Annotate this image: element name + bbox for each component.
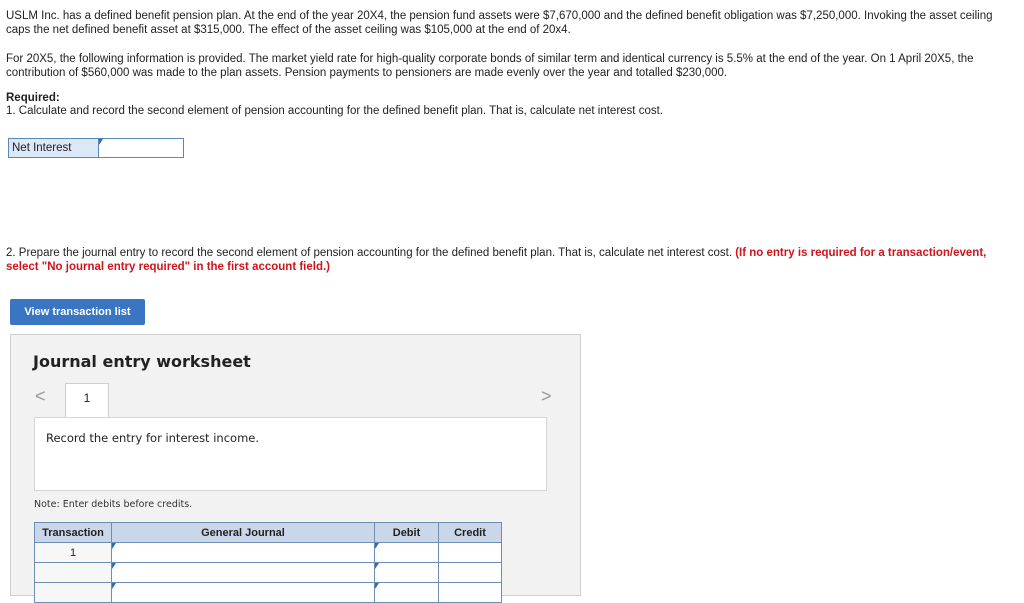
note-text: Note: Enter debits before credits.	[34, 499, 193, 510]
debit-field[interactable]	[374, 542, 439, 563]
table-row	[34, 562, 502, 583]
debit-field[interactable]	[374, 582, 439, 603]
chevron-left-icon[interactable]: <	[35, 386, 46, 407]
account-field[interactable]	[111, 542, 375, 563]
credit-field[interactable]	[438, 542, 502, 563]
transaction-number	[34, 582, 112, 603]
problem-paragraph-1: USLM Inc. has a defined benefit pension …	[6, 10, 993, 36]
question-1: 1. Calculate and record the second eleme…	[6, 105, 663, 117]
view-transaction-list-button[interactable]: View transaction list	[10, 299, 145, 325]
net-interest-input[interactable]	[98, 138, 184, 158]
net-interest-row: Net Interest	[8, 138, 184, 158]
column-header-transaction: Transaction	[34, 522, 112, 543]
transaction-number: 1	[34, 542, 112, 563]
question-2-text: 2. Prepare the journal entry to record t…	[6, 247, 736, 259]
column-header-general-journal: General Journal	[111, 522, 375, 543]
credit-field[interactable]	[438, 582, 502, 603]
entry-description: Record the entry for interest income.	[46, 431, 259, 445]
chevron-right-icon[interactable]: >	[541, 386, 552, 407]
journal-table: Transaction General Journal Debit Credit…	[34, 522, 502, 603]
table-row	[34, 582, 502, 603]
question-2: 2. Prepare the journal entry to record t…	[6, 246, 1006, 274]
required-heading: Required:	[6, 92, 60, 104]
column-header-debit: Debit	[374, 522, 439, 543]
entry-description-box: Record the entry for interest income.	[34, 417, 547, 491]
credit-field[interactable]	[438, 562, 502, 583]
debit-field[interactable]	[374, 562, 439, 583]
tab-entry-1[interactable]: 1	[65, 383, 109, 418]
problem-paragraph-2: For 20X5, the following information is p…	[6, 53, 974, 79]
journal-entry-worksheet: Journal entry worksheet < 1 > Record the…	[10, 334, 581, 603]
net-interest-label: Net Interest	[8, 138, 98, 158]
worksheet-title: Journal entry worksheet	[33, 352, 251, 371]
table-row: 1	[34, 542, 502, 563]
account-field[interactable]	[111, 582, 375, 603]
transaction-number	[34, 562, 112, 583]
account-field[interactable]	[111, 562, 375, 583]
column-header-credit: Credit	[438, 522, 502, 543]
table-header-row: Transaction General Journal Debit Credit	[34, 522, 502, 543]
